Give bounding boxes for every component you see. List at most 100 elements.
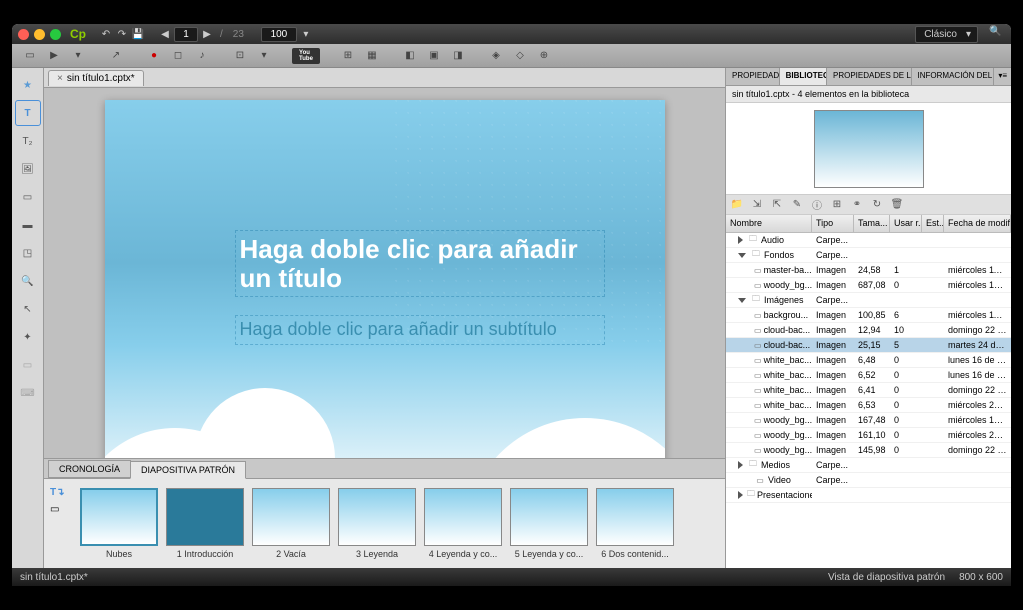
- audio-button[interactable]: ♪: [192, 47, 212, 65]
- text-indent-icon[interactable]: T↴: [50, 487, 65, 498]
- zoom-dropdown-icon[interactable]: ▾: [299, 27, 313, 41]
- tab-timeline[interactable]: CRONOLOGÍA: [48, 460, 131, 478]
- tab-project-info[interactable]: INFORMACIÓN DEL PROY: [912, 68, 995, 85]
- subtitle-placeholder[interactable]: Haga doble clic para añadir un subtítulo: [235, 315, 605, 345]
- caption-tool[interactable]: ▭: [15, 184, 41, 210]
- slide-number-field[interactable]: 1: [174, 27, 198, 42]
- master-thumb[interactable]: 2 Vacía: [252, 488, 330, 559]
- add-master-icon[interactable]: ▭: [50, 504, 65, 515]
- align-center-button[interactable]: ▣: [424, 47, 444, 65]
- stop-button[interactable]: ◻: [168, 47, 188, 65]
- library-folder[interactable]: 🗀Presentaciones: [726, 488, 1011, 503]
- tab-slide-properties[interactable]: PROPIEDADES DE LAS PR: [827, 68, 912, 85]
- library-item[interactable]: ▭white_bac... Imagen 6,41 0 domingo 22 d…: [726, 383, 1011, 398]
- disclosure-open-icon[interactable]: [738, 298, 746, 303]
- image-tool[interactable]: 🖼: [15, 156, 41, 182]
- col-size[interactable]: Tama...: [854, 215, 890, 232]
- tab-library[interactable]: BIBLIOTECA: [780, 68, 827, 85]
- col-name[interactable]: Nombre: [726, 215, 812, 232]
- library-folder[interactable]: 🗀Medios Carpe...: [726, 458, 1011, 473]
- text-tool[interactable]: T: [15, 100, 41, 126]
- zoom-field[interactable]: 100: [261, 27, 297, 42]
- align-left-button[interactable]: ◧: [400, 47, 420, 65]
- document-button[interactable]: ▭: [20, 47, 40, 65]
- slide-canvas[interactable]: Haga doble clic para añadir un título Ha…: [105, 100, 665, 458]
- library-item[interactable]: ▭woody_bg... Imagen 145,98 0 domingo 22 …: [726, 443, 1011, 458]
- library-item[interactable]: ▭white_bac... Imagen 6,52 0 lunes 16 de …: [726, 368, 1011, 383]
- col-type[interactable]: Tipo: [812, 215, 854, 232]
- master-thumb[interactable]: 1 Introducción: [166, 488, 244, 559]
- disclosure-open-icon[interactable]: [738, 253, 746, 258]
- rollover-tool[interactable]: ◳: [15, 240, 41, 266]
- table-button[interactable]: ▦: [362, 47, 382, 65]
- master-thumb[interactable]: 6 Dos contenid...: [596, 488, 674, 559]
- minimize-window-button[interactable]: [34, 29, 45, 40]
- grid-button[interactable]: ⊞: [338, 47, 358, 65]
- disclosure-closed-icon[interactable]: [738, 236, 743, 244]
- master-thumb[interactable]: 3 Leyenda: [338, 488, 416, 559]
- layer-back-button[interactable]: ◇: [510, 47, 530, 65]
- delete-icon[interactable]: 🗑: [890, 198, 904, 212]
- col-date[interactable]: Fecha de modificación: [944, 215, 1011, 232]
- button-tool[interactable]: ▭: [15, 352, 41, 378]
- close-tab-icon[interactable]: ×: [57, 73, 63, 84]
- usage-icon[interactable]: ⊞: [830, 198, 844, 212]
- nav-prev-icon[interactable]: ◀: [158, 27, 172, 41]
- title-placeholder[interactable]: Haga doble clic para añadir un título: [235, 230, 605, 297]
- library-folder[interactable]: 🗀Audio Carpe...: [726, 233, 1011, 248]
- link-icon[interactable]: ⚭: [850, 198, 864, 212]
- search-icon[interactable]: 🔍: [989, 26, 1005, 42]
- col-status[interactable]: Est...: [922, 215, 944, 232]
- library-list[interactable]: 🗀Audio Carpe... 🗀Fondos Carpe... ▭master…: [726, 233, 1011, 568]
- export-icon[interactable]: ⇱: [770, 198, 784, 212]
- disclosure-closed-icon[interactable]: [738, 461, 743, 469]
- master-thumb[interactable]: 5 Leyenda y co...: [510, 488, 588, 559]
- redo-icon[interactable]: ↷: [115, 27, 129, 41]
- zoom-window-button[interactable]: [50, 29, 61, 40]
- library-folder[interactable]: 🗀Fondos Carpe...: [726, 248, 1011, 263]
- group-button[interactable]: ⊕: [534, 47, 554, 65]
- properties-icon[interactable]: ⓘ: [810, 198, 824, 212]
- library-item[interactable]: ▭woody_bg... Imagen 161,10 0 miércoles 2…: [726, 428, 1011, 443]
- disclosure-closed-icon[interactable]: [738, 491, 743, 499]
- library-item[interactable]: ▭cloud-bac... Imagen 12,94 10 domingo 22…: [726, 323, 1011, 338]
- open-icon[interactable]: 📁: [730, 198, 744, 212]
- edit-icon[interactable]: ✎: [790, 198, 804, 212]
- record-button[interactable]: ●: [144, 47, 164, 65]
- library-item[interactable]: ▭cloud-bac... Imagen 25,15 5 martes 24 d…: [726, 338, 1011, 353]
- play-dropdown-icon[interactable]: ▾: [68, 47, 88, 65]
- close-window-button[interactable]: [18, 29, 29, 40]
- import-icon[interactable]: ⇲: [750, 198, 764, 212]
- document-tab[interactable]: × sin título1.cptx*: [48, 70, 144, 86]
- library-item[interactable]: ▭woody_bg... Imagen 687,08 0 miércoles 1…: [726, 278, 1011, 293]
- save-icon[interactable]: 💾: [131, 27, 145, 41]
- play-button[interactable]: ▶: [44, 47, 64, 65]
- export-button[interactable]: ↗: [106, 47, 126, 65]
- mouse-tool[interactable]: ↖: [15, 296, 41, 322]
- library-item[interactable]: ▭white_bac... Imagen 6,53 0 miércoles 25…: [726, 398, 1011, 413]
- tab-master-slide[interactable]: DIAPOSITIVA PATRÓN: [130, 461, 246, 479]
- youtube-button[interactable]: YouTube: [292, 48, 320, 64]
- undo-icon[interactable]: ↶: [99, 27, 113, 41]
- align-right-button[interactable]: ◨: [448, 47, 468, 65]
- capture-button[interactable]: ⊡: [230, 47, 250, 65]
- capture-dropdown-icon[interactable]: ▾: [254, 47, 274, 65]
- text-caption-tool[interactable]: T₂: [15, 128, 41, 154]
- library-item[interactable]: ▭backgrou... Imagen 100,85 6 miércoles 1…: [726, 308, 1011, 323]
- master-thumb[interactable]: Nubes: [80, 488, 158, 559]
- workspace-dropdown[interactable]: Clásico: [915, 26, 978, 43]
- refresh-icon[interactable]: ↻: [870, 198, 884, 212]
- tab-properties[interactable]: PROPIEDADES: [726, 68, 780, 85]
- layer-front-button[interactable]: ◈: [486, 47, 506, 65]
- click-tool[interactable]: ✦: [15, 324, 41, 350]
- library-item[interactable]: ▭master-ba... Imagen 24,58 1 miércoles 1…: [726, 263, 1011, 278]
- zoom-tool[interactable]: 🔍: [15, 268, 41, 294]
- canvas-area[interactable]: Haga doble clic para añadir un título Ha…: [44, 88, 725, 458]
- nav-next-icon[interactable]: ▶: [200, 27, 214, 41]
- library-folder[interactable]: 🗀Imágenes Carpe...: [726, 293, 1011, 308]
- star-tool[interactable]: ★: [15, 72, 41, 98]
- highlight-tool[interactable]: ▬: [15, 212, 41, 238]
- library-item[interactable]: ▭woody_bg... Imagen 167,48 0 miércoles 1…: [726, 413, 1011, 428]
- master-thumb[interactable]: 4 Leyenda y co...: [424, 488, 502, 559]
- col-usage[interactable]: Usar r...: [890, 215, 922, 232]
